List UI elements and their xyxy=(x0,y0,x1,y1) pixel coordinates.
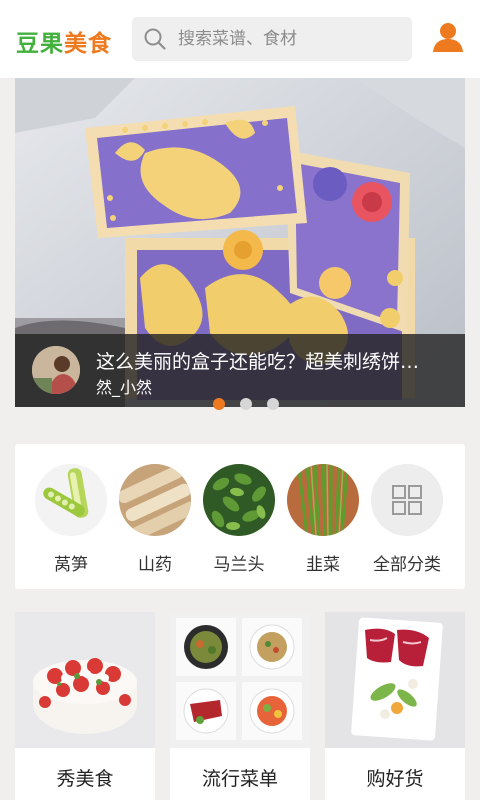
user-icon[interactable] xyxy=(431,20,465,54)
cake-image xyxy=(15,612,155,748)
carousel-dot[interactable] xyxy=(213,398,225,410)
carousel-dot[interactable] xyxy=(240,398,252,410)
card-label: 购好货 xyxy=(366,768,424,790)
category-label: 全部分类 xyxy=(373,555,441,575)
app-logo[interactable]: 豆果美食 xyxy=(16,24,112,58)
grid-icon xyxy=(371,464,443,536)
chives-image xyxy=(287,464,359,536)
category-item-chives[interactable]: 韭菜 xyxy=(284,464,362,579)
banner-title: 这么美丽的盒子还能吃？超美刺绣饼… xyxy=(96,351,420,373)
banner-author: 然_小然 xyxy=(96,378,153,397)
carousel-indicator xyxy=(0,398,480,412)
category-row: 莴笋 山药 马兰头 韭菜 全部分类 xyxy=(15,444,465,589)
logo-text-orange: 美食 xyxy=(64,31,112,57)
category-item-lettuce[interactable]: 莴笋 xyxy=(32,464,110,579)
banner-caption: 这么美丽的盒子还能吃？超美刺绣饼… 然_小然 xyxy=(15,334,465,407)
logo-text-green: 豆果 xyxy=(16,31,64,57)
featured-banner[interactable]: 这么美丽的盒子还能吃？超美刺绣饼… 然_小然 xyxy=(15,78,465,407)
category-item-malantou[interactable]: 马兰头 xyxy=(200,464,278,579)
lettuce-image xyxy=(35,464,107,536)
search-icon xyxy=(144,28,166,50)
search-input[interactable] xyxy=(178,17,403,61)
card-label: 流行菜单 xyxy=(201,768,278,790)
card-popular-menu[interactable]: 流行菜单 xyxy=(170,612,310,800)
meat-platter-image xyxy=(325,612,465,748)
carousel-dot[interactable] xyxy=(267,398,279,410)
card-label: 秀美食 xyxy=(56,768,114,790)
app-header: 豆果美食 xyxy=(0,0,480,78)
card-show-food[interactable]: 秀美食 xyxy=(15,612,155,800)
category-item-all[interactable]: 全部分类 xyxy=(368,464,446,579)
category-item-yam[interactable]: 山药 xyxy=(116,464,194,579)
malantou-image xyxy=(203,464,275,536)
all-categories-circle xyxy=(371,464,443,536)
search-bar[interactable] xyxy=(132,17,412,61)
yam-image xyxy=(119,464,191,536)
author-avatar[interactable] xyxy=(32,346,80,394)
card-shop[interactable]: 购好货 xyxy=(325,612,465,800)
menu-collage-image xyxy=(170,612,310,748)
